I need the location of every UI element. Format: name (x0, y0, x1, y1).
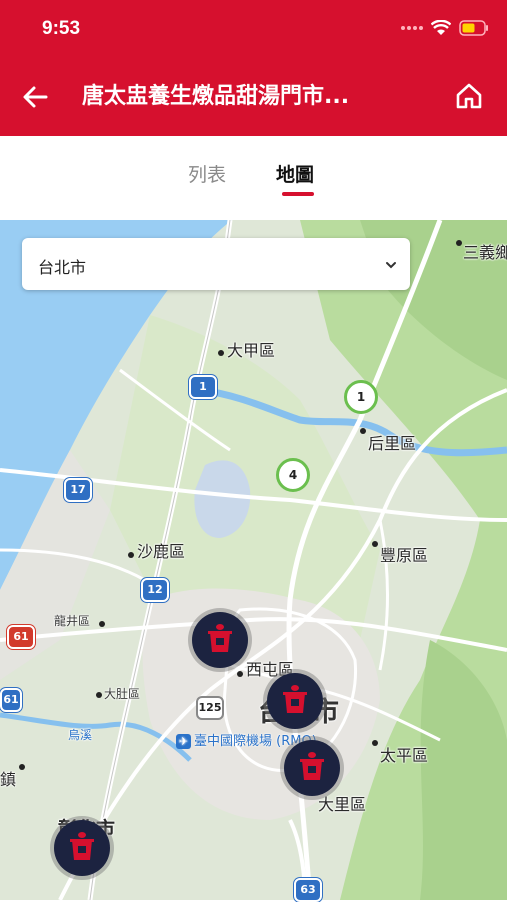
place-dot (237, 671, 243, 677)
page-title: 唐太盅養生燉品甜湯門市... (82, 84, 350, 109)
stew-pot-icon (208, 624, 232, 652)
stew-pot-icon (70, 832, 94, 860)
route-shield: 125 (196, 696, 224, 720)
place-dot (372, 740, 378, 746)
place-dot (218, 350, 224, 356)
place-label-fengyuan: 豐原區 (380, 546, 429, 565)
place-label-sanyi: 三義鄉 (463, 243, 507, 262)
stew-pot-icon (283, 685, 307, 713)
place-label-dajia: 大甲區 (227, 341, 276, 360)
city-select-value: 台北市 (38, 258, 87, 277)
route-shield: 1 (189, 375, 217, 399)
place-label-taiping: 太平區 (380, 746, 429, 765)
map-background (0, 220, 507, 900)
tab-map[interactable]: 地圖 (276, 160, 314, 187)
route-shield: 12 (141, 578, 169, 602)
place-label-houli: 后里區 (368, 434, 417, 453)
airplane-icon: ✈ (176, 734, 191, 749)
status-time: 9:53 (42, 18, 81, 39)
highway-shield: 4 (276, 458, 310, 492)
battery-icon (459, 20, 488, 36)
app-bar: 唐太盅養生燉品甜湯門市... (0, 62, 507, 136)
active-tab-indicator (282, 192, 314, 196)
place-label-longjing: 龍井區 (54, 614, 91, 628)
place-label-dadu: 大肚區 (104, 687, 141, 701)
place-dot (96, 692, 102, 698)
place-label-shalu: 沙鹿區 (137, 542, 186, 561)
place-dot (372, 541, 378, 547)
back-arrow-icon[interactable] (18, 80, 52, 114)
place-label-zhen: 鎮 (0, 770, 17, 789)
home-icon[interactable] (453, 80, 485, 112)
tab-list[interactable]: 列表 (188, 160, 226, 187)
place-dot (19, 764, 25, 770)
route-shield: 61 (0, 688, 22, 712)
tab-bar: 列表 地圖 (0, 136, 507, 220)
store-marker[interactable] (54, 820, 110, 876)
route-shield: 61 (7, 625, 35, 649)
highway-shield: 1 (344, 380, 378, 414)
stew-pot-icon (300, 752, 324, 780)
city-select[interactable]: 台北市 (22, 238, 410, 290)
wifi-icon (431, 20, 451, 35)
place-label-dali: 大里區 (318, 795, 367, 814)
signal-icon (401, 26, 423, 30)
status-bar: 9:53 (0, 0, 507, 62)
route-shield: 17 (64, 478, 92, 502)
map-view[interactable]: ✈ 臺中國際機場 (RMQ) (0, 220, 507, 900)
place-dot (360, 428, 366, 434)
store-marker[interactable] (192, 612, 248, 668)
route-shield: 63 (294, 878, 322, 902)
place-dot (128, 552, 134, 558)
place-dot (456, 240, 462, 246)
river-label: 烏溪 (68, 728, 93, 742)
place-dot (99, 621, 105, 627)
store-marker[interactable] (284, 740, 340, 796)
status-icons (401, 20, 489, 36)
chevron-down-icon (386, 262, 396, 269)
store-marker[interactable] (267, 673, 323, 729)
